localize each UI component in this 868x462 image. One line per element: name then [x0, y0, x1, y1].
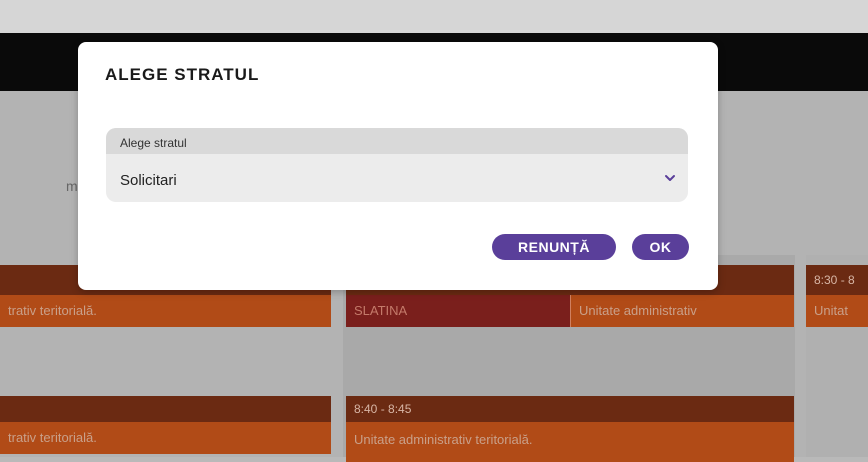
event-title: trativ teritorială.: [0, 422, 331, 454]
event-title: Unitate administrativ teritorială.: [346, 422, 794, 462]
event-place[interactable]: SLATINA: [346, 295, 570, 327]
top-strip: [0, 0, 868, 33]
background-text-fragment: m: [66, 178, 78, 194]
ok-button[interactable]: OK: [632, 234, 689, 260]
chevron-down-icon: [664, 172, 676, 184]
calendar-event[interactable]: 8:40 - 8:45 Unitate administrativ terito…: [346, 396, 794, 462]
cancel-button[interactable]: RENUNȚĂ: [492, 234, 616, 260]
event-time: 8:40 - 8:45: [346, 396, 794, 422]
layer-select[interactable]: Alege stratul Solicitari: [106, 128, 688, 202]
event-title[interactable]: Unitate administrativ: [570, 295, 794, 327]
select-label: Alege stratul: [106, 128, 688, 154]
event-time: [0, 396, 331, 422]
select-value: Solicitari: [120, 172, 177, 189]
calendar-event[interactable]: trativ teritorială.: [0, 396, 331, 454]
calendar-event[interactable]: 8:30 - 8 Unitat: [806, 265, 868, 327]
event-time: 8:30 - 8: [806, 265, 868, 295]
event-title: Unitat: [806, 295, 868, 327]
layer-dialog: ALEGE STRATUL Alege stratul Solicitari R…: [78, 42, 718, 290]
event-title: trativ teritorială.: [0, 295, 331, 327]
dialog-title: ALEGE STRATUL: [105, 65, 259, 85]
